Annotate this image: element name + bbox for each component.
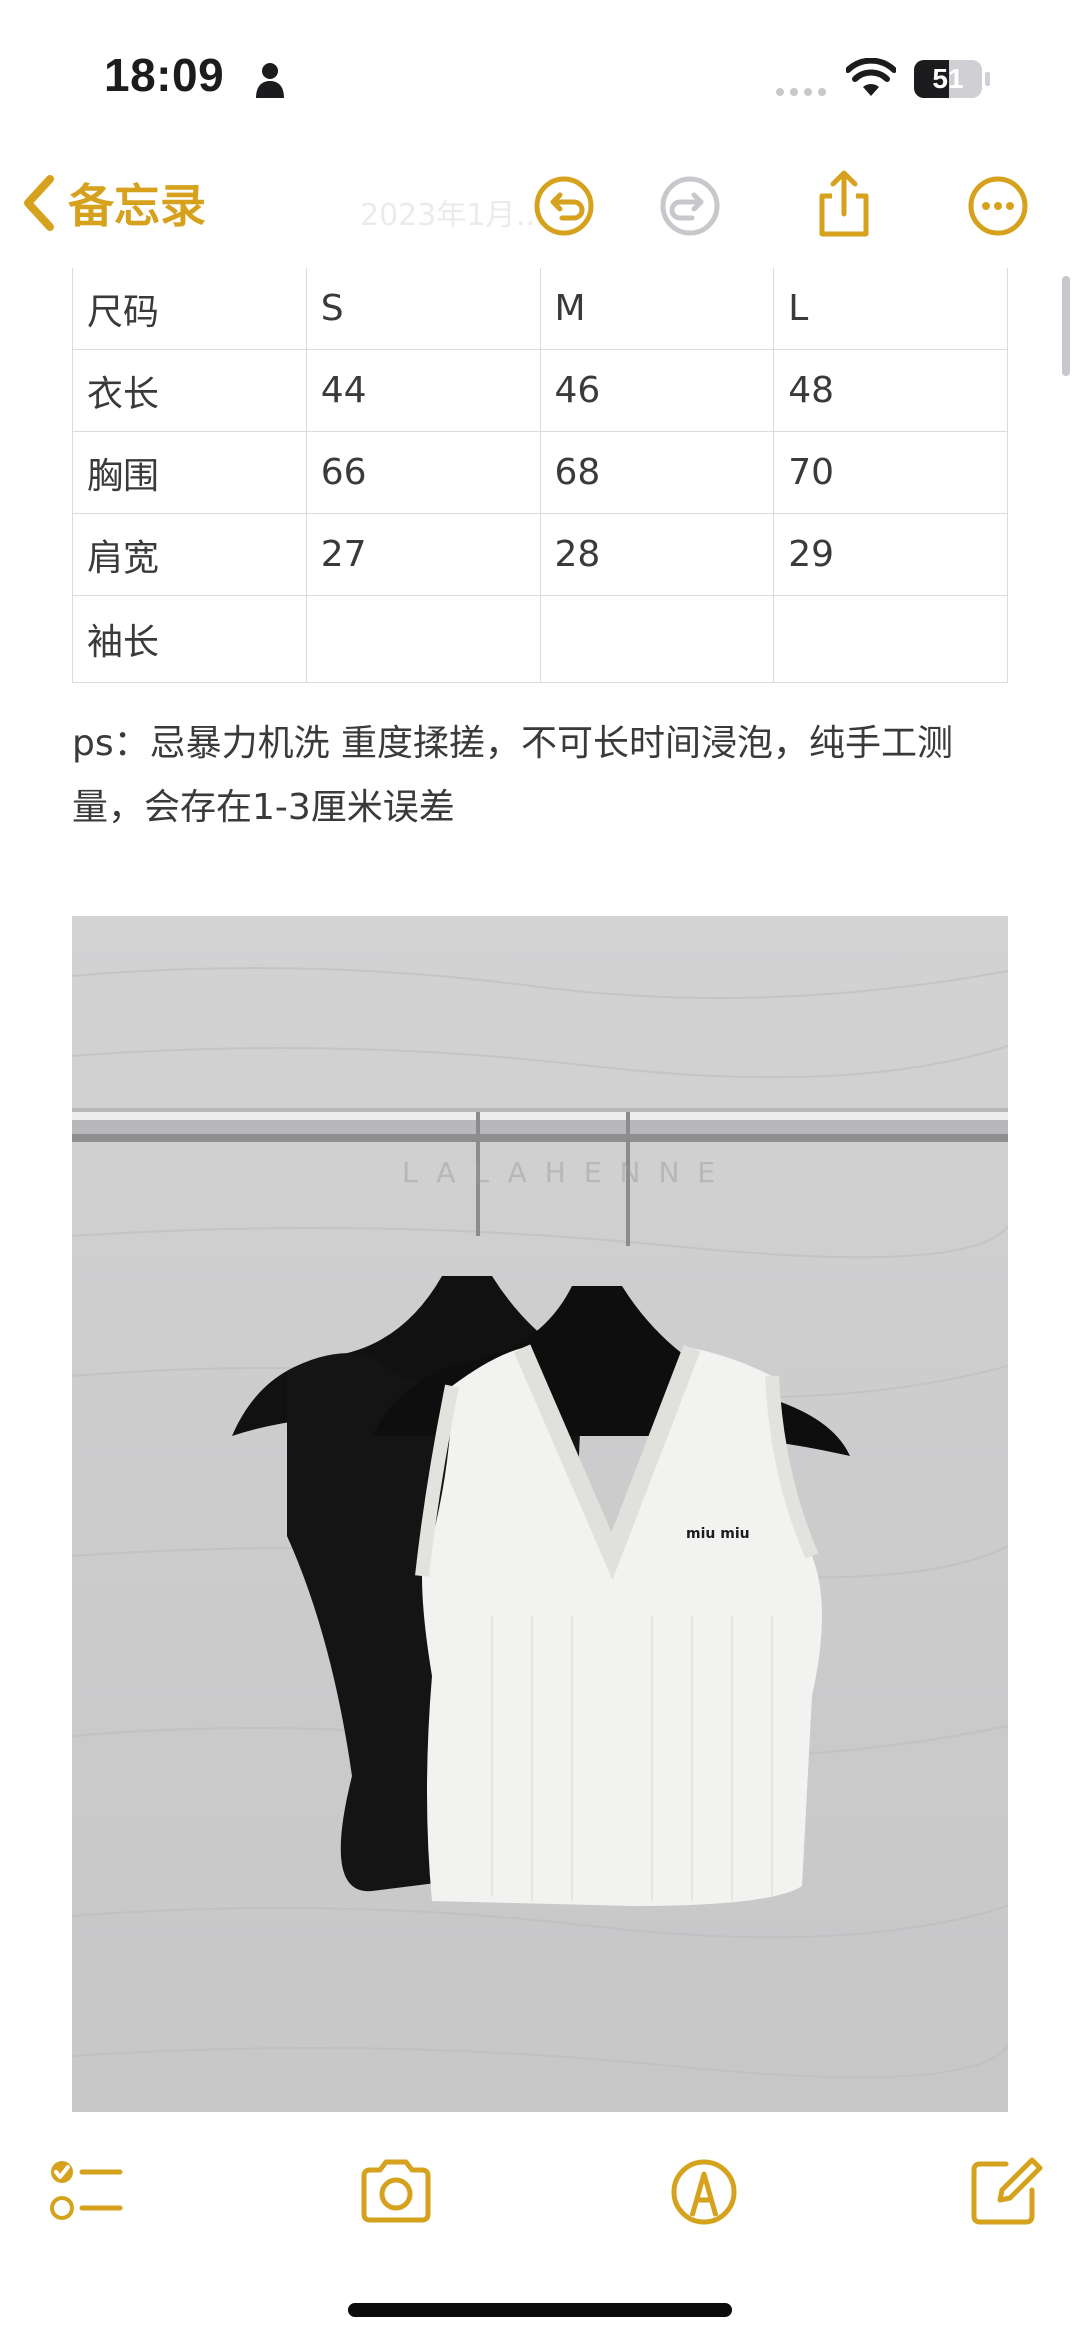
table-cell — [305, 595, 541, 683]
table-cell: 48 — [773, 349, 1008, 432]
wifi-icon — [846, 58, 896, 96]
chevron-left-icon — [24, 175, 54, 231]
photo-watermark: LALAHENNE — [402, 1156, 734, 1189]
table-cell: 70 — [773, 431, 1008, 514]
markup-icon[interactable] — [664, 2150, 744, 2230]
table-cell: 28 — [539, 513, 775, 596]
note-date: 2023年1月… — [360, 198, 546, 233]
garment-illustration — [72, 967, 1008, 2079]
table-cell — [539, 595, 775, 683]
battery-cap — [985, 72, 990, 86]
table-row: 尺码 S M L — [72, 268, 1008, 350]
table-row: 衣长 44 46 48 — [72, 349, 1008, 432]
table-cell: 68 — [539, 431, 775, 514]
undo-icon[interactable] — [532, 168, 596, 240]
back-button[interactable]: 备忘录 — [20, 170, 206, 236]
brand-label: miu miu — [686, 1526, 750, 1542]
status-bar: 18:09 51 — [0, 0, 1080, 150]
table-cell: 尺码 — [72, 268, 307, 350]
checklist-icon[interactable] — [44, 2150, 124, 2230]
table-cell: 66 — [305, 431, 541, 514]
size-table: 尺码 S M L 衣长 44 46 48 胸围 66 68 70 肩宽 27 2… — [72, 268, 1008, 683]
product-photo[interactable]: LALAHENNE miu miu — [72, 916, 1008, 2112]
navigation-bar: 备忘录 2023年1月… — [0, 150, 1080, 270]
compose-icon[interactable] — [966, 2150, 1046, 2230]
table-cell — [773, 595, 1008, 683]
table-cell: 44 — [305, 349, 541, 432]
table-row: 肩宽 27 28 29 — [72, 513, 1008, 596]
redo-icon[interactable] — [658, 168, 722, 240]
bottom-toolbar — [0, 2118, 1080, 2268]
home-indicator[interactable] — [348, 2303, 732, 2317]
table-cell: 胸围 — [72, 431, 307, 514]
battery-icon: 51 — [914, 60, 982, 98]
back-label: 备忘录 — [68, 179, 206, 233]
person-icon — [256, 63, 284, 98]
camera-icon[interactable] — [356, 2150, 436, 2230]
battery-percent: 51 — [932, 63, 964, 94]
table-row: 袖长 — [72, 595, 1008, 683]
table-cell: 27 — [305, 513, 541, 596]
more-icon[interactable] — [966, 168, 1030, 240]
status-time: 18:09 — [104, 49, 225, 101]
note-text: ps：忌暴力机洗 重度揉搓，不可长时间浸泡，纯手工测量，会存在1-3厘米误差 — [72, 723, 954, 828]
table-cell: 衣长 — [72, 349, 307, 432]
share-icon[interactable] — [812, 168, 876, 240]
table-row: 胸围 66 68 70 — [72, 431, 1008, 514]
scroll-indicator[interactable] — [1062, 276, 1070, 376]
table-cell: L — [773, 268, 1008, 350]
table-cell: 肩宽 — [72, 513, 307, 596]
table-cell: 袖长 — [72, 595, 307, 683]
cellular-signal-icon — [776, 88, 826, 96]
table-cell: 46 — [539, 349, 775, 432]
table-cell: S — [305, 268, 541, 350]
table-cell: M — [539, 268, 775, 350]
table-cell: 29 — [773, 513, 1008, 596]
